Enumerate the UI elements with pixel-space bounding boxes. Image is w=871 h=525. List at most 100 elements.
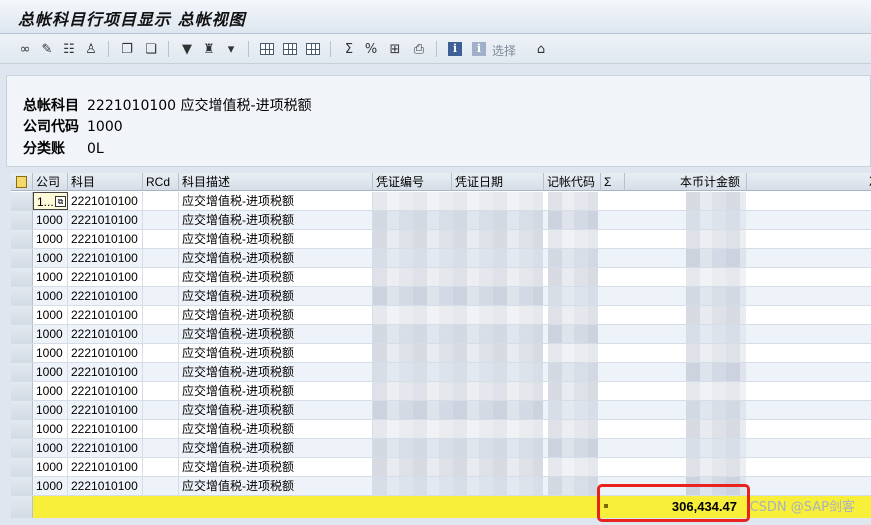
- info-icon[interactable]: i: [446, 40, 464, 58]
- value-help-icon[interactable]: ⧉: [55, 196, 66, 207]
- export-icon[interactable]: ⊞: [386, 40, 404, 58]
- print-icon[interactable]: ⎙: [410, 40, 428, 58]
- redacted-cell: [686, 439, 746, 457]
- column-header[interactable]: RCd: [143, 173, 179, 191]
- redacted-cell: [548, 420, 598, 438]
- row-selector[interactable]: [11, 344, 33, 362]
- company-cell[interactable]: 1... ⧉: [33, 192, 68, 210]
- column-header[interactable]: 本币计金额: [625, 173, 747, 191]
- toolbar-separator: [248, 41, 249, 57]
- table-row[interactable]: 1000 2221010100 应交增值税-进项税额: [11, 382, 871, 401]
- doc-next-icon[interactable]: ❏: [142, 40, 160, 58]
- column-header[interactable]: 记帐代码: [544, 173, 601, 191]
- redacted-cell: [548, 325, 598, 343]
- column-header[interactable]: 凭证编号: [373, 173, 452, 191]
- layout-save-icon[interactable]: [304, 40, 322, 58]
- table-row[interactable]: 1000 2221010100 应交增值税-进项税额: [11, 439, 871, 458]
- pencil-icon[interactable]: ✎: [38, 40, 56, 58]
- layout-change-icon[interactable]: [281, 40, 299, 58]
- account-cell: 2221010100: [68, 344, 143, 362]
- description-cell: 应交增值税-进项税额: [179, 363, 373, 381]
- layout-icon[interactable]: [258, 40, 276, 58]
- rcd-cell: [143, 249, 179, 267]
- rcd-cell: [143, 325, 179, 343]
- filter-icon[interactable]: ▼: [178, 40, 196, 58]
- column-header[interactable]: 公司: [33, 173, 68, 191]
- table-row[interactable]: 1000 2221010100 应交增值税-进项税额: [11, 211, 871, 230]
- row-selector[interactable]: [11, 363, 33, 381]
- row-selector[interactable]: [11, 230, 33, 248]
- column-header[interactable]: 冲销关于: [866, 173, 871, 191]
- row-selector[interactable]: [11, 477, 33, 495]
- description-cell: 应交增值税-进项税额: [179, 325, 373, 343]
- description-cell: 应交增值税-进项税额: [179, 420, 373, 438]
- subtotal-icon[interactable]: %: [362, 40, 380, 58]
- row-selector[interactable]: [11, 420, 33, 438]
- row-selector[interactable]: [11, 306, 33, 324]
- company-cell: 1000: [33, 439, 68, 457]
- table-row[interactable]: 1000 2221010100 应交增值税-进项税额: [11, 458, 871, 477]
- select-label[interactable]: 选择: [492, 42, 516, 59]
- doc-prev-icon[interactable]: ❐: [118, 40, 136, 58]
- redacted-cell: [548, 249, 598, 267]
- row-selector[interactable]: [11, 401, 33, 419]
- row-selector[interactable]: [11, 211, 33, 229]
- row-selector[interactable]: [11, 325, 33, 343]
- row-cells: 1000 2221010100 应交增值税-进项税额: [33, 401, 871, 419]
- table-row[interactable]: 1000 2221010100 应交增值税-进项税额: [11, 363, 871, 382]
- sort-desc-icon[interactable]: ▾: [222, 40, 240, 58]
- title-bar: 总帐科目行项目显示 总帐视图: [0, 0, 871, 34]
- glasses-icon[interactable]: ∞: [16, 40, 34, 58]
- application-toolbar: ∞ ✎ ☷ ♙ ❐ ❏ ▼ ♜ ▾ Σ% ⊞ ⎙ i i ⌂ 选择: [0, 34, 871, 64]
- redacted-cell: [548, 477, 598, 495]
- stamp-icon[interactable]: ♙: [82, 40, 100, 58]
- layout-change-icon-glyph: [283, 43, 297, 55]
- account-cell: 2221010100: [68, 325, 143, 343]
- total-row-selector[interactable]: [11, 496, 33, 518]
- rcd-cell: [143, 363, 179, 381]
- table-row[interactable]: 1000 2221010100 应交增值税-进项税额: [11, 306, 871, 325]
- table-row[interactable]: 1000 2221010100 应交增值税-进项税额: [11, 287, 871, 306]
- row-selector[interactable]: [11, 192, 33, 210]
- select-all-cell[interactable]: [11, 173, 33, 191]
- row-selector[interactable]: [11, 439, 33, 457]
- sum-icon[interactable]: Σ: [340, 40, 358, 58]
- row-cells: 1000 2221010100 应交增值税-进项税额: [33, 420, 871, 438]
- table-row[interactable]: 1... ⧉ 2221010100 应交增值税-进项税额: [11, 192, 871, 211]
- description-cell: 应交增值税-进项税额: [179, 477, 373, 495]
- company-cell: 1000: [33, 287, 68, 305]
- redacted-cell: [373, 268, 543, 286]
- table-row[interactable]: 1000 2221010100 应交增值税-进项税额: [11, 401, 871, 420]
- account-cell: 2221010100: [68, 287, 143, 305]
- redacted-cell: [686, 306, 746, 324]
- account-label: 总帐科目: [23, 98, 79, 114]
- column-header[interactable]: 科目描述: [179, 173, 373, 191]
- redacted-cell: [373, 192, 543, 210]
- redacted-cell: [686, 363, 746, 381]
- table-row[interactable]: 1000 2221010100 应交增值税-进项税额: [11, 420, 871, 439]
- redacted-cell: [686, 458, 746, 476]
- row-selector[interactable]: [11, 458, 33, 476]
- account-value: 2221010100 应交增值税-进项税额: [87, 98, 312, 114]
- rcd-cell: [143, 458, 179, 476]
- company-value: 1000: [87, 119, 123, 135]
- column-header[interactable]: 凭证日期: [452, 173, 544, 191]
- toolbar-separator: [108, 41, 109, 57]
- stamp2-icon[interactable]: ⌂: [532, 40, 550, 58]
- row-cells: 1000 2221010100 应交增值税-进项税额: [33, 287, 871, 305]
- grid-details-icon[interactable]: ☷: [60, 40, 78, 58]
- table-row[interactable]: 1000 2221010100 应交增值税-进项税额: [11, 325, 871, 344]
- table-row[interactable]: 1000 2221010100 应交增值税-进项税额: [11, 344, 871, 363]
- sort-asc-icon[interactable]: ♜: [200, 40, 218, 58]
- column-header[interactable]: 科目: [68, 173, 143, 191]
- table-row[interactable]: 1000 2221010100 应交增值税-进项税额: [11, 230, 871, 249]
- table-row[interactable]: 1000 2221010100 应交增值税-进项税额: [11, 268, 871, 287]
- row-selector[interactable]: [11, 382, 33, 400]
- row-selector[interactable]: [11, 287, 33, 305]
- account-cell: 2221010100: [68, 363, 143, 381]
- table-row[interactable]: 1000 2221010100 应交增值税-进项税额: [11, 249, 871, 268]
- select-info-icon[interactable]: i: [470, 40, 488, 58]
- column-header[interactable]: Σ: [601, 173, 625, 191]
- row-selector[interactable]: [11, 249, 33, 267]
- row-selector[interactable]: [11, 268, 33, 286]
